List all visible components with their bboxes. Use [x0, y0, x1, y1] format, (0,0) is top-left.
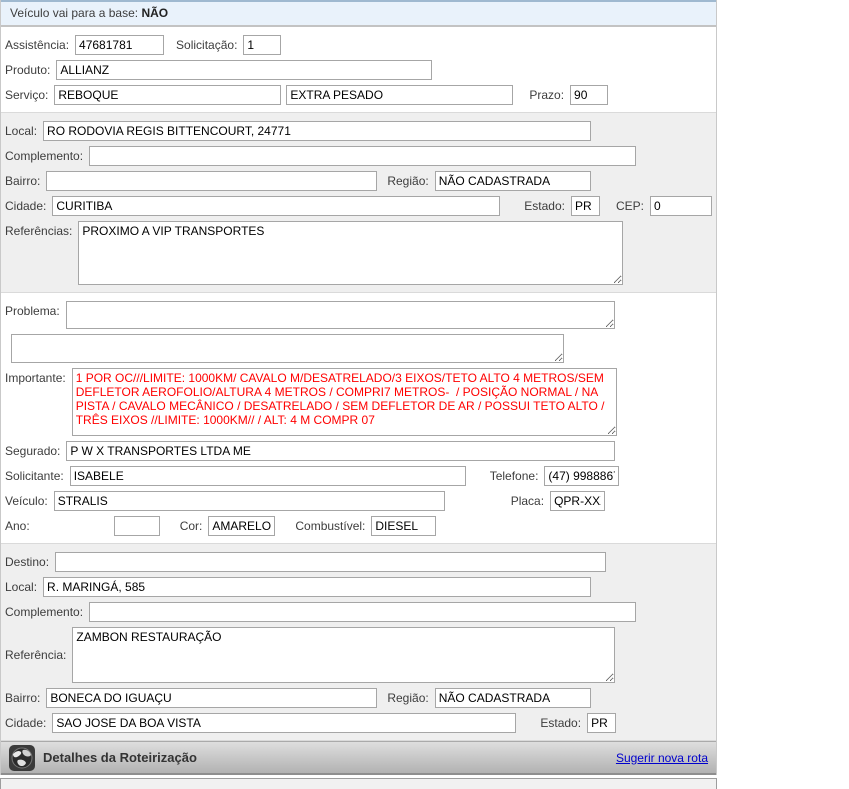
- regiao-destino-input[interactable]: [434, 688, 591, 708]
- servico-tipo-input[interactable]: [286, 85, 514, 105]
- row-destino: Destino:: [5, 552, 712, 572]
- routing-header-bar: Detalhes da Roteirização Sugerir nova ro…: [1, 741, 716, 775]
- cep-origem-label: CEP:: [615, 199, 644, 213]
- row-observacao: [5, 334, 712, 363]
- cor-input[interactable]: [208, 516, 276, 536]
- telefone-label: Telefone:: [489, 469, 539, 483]
- row-servico: Serviço: Prazo:: [5, 85, 712, 105]
- servico-input[interactable]: [54, 85, 282, 105]
- vehicle-to-base-bar: Veículo vai para a base: NÃO: [1, 0, 716, 27]
- row-referencia-destino: Referência: ZAMBON RESTAURAÇÃO: [5, 627, 712, 683]
- complemento-destino-input[interactable]: [89, 602, 637, 622]
- row-referencias-origem: Referências: PROXIMO A VIP TRANSPORTES: [5, 221, 712, 285]
- servico-label: Serviço:: [5, 88, 49, 102]
- cep-origem-input[interactable]: [650, 196, 712, 216]
- bairro-origem-label: Bairro:: [5, 174, 41, 188]
- estado-destino-label: Estado:: [540, 716, 582, 730]
- cidade-origem-input[interactable]: [52, 196, 501, 216]
- referencia-destino-label: Referência:: [5, 648, 67, 662]
- produto-label: Produto:: [5, 63, 51, 77]
- row-veiculo: Veículo: Placa:: [5, 491, 712, 511]
- problema-textarea[interactable]: [65, 301, 615, 329]
- telefone-input[interactable]: [544, 466, 620, 486]
- row-complemento-origem: Complemento:: [5, 146, 712, 166]
- cidade-destino-label: Cidade:: [5, 716, 47, 730]
- cidade-destino-input[interactable]: [52, 713, 517, 733]
- solicitacao-input[interactable]: [243, 35, 282, 55]
- row-ano-cor-combustivel: Ano: Cor: Combustível:: [5, 516, 712, 536]
- routing-title: Detalhes da Roteirização: [43, 750, 197, 765]
- routing-details-box: [0, 778, 717, 789]
- row-local-destino: Local:: [5, 577, 712, 597]
- row-segurado: Segurado:: [5, 441, 712, 461]
- assistance-form-panel: Veículo vai para a base: NÃO Assistência…: [0, 0, 717, 775]
- destino-label: Destino:: [5, 555, 50, 569]
- veiculo-input[interactable]: [53, 491, 445, 511]
- destino-input[interactable]: [55, 552, 607, 572]
- suggest-new-route-link[interactable]: Sugerir nova rota: [616, 751, 708, 765]
- importante-textarea[interactable]: 1 POR OC///LIMITE: 1000KM/ CAVALO M/DESA…: [71, 368, 617, 436]
- solicitacao-label: Solicitação:: [176, 38, 238, 52]
- produto-input[interactable]: [56, 60, 433, 80]
- bairro-destino-label: Bairro:: [5, 691, 41, 705]
- row-cidade-destino: Cidade: Estado:: [5, 713, 712, 733]
- referencia-destino-textarea[interactable]: ZAMBON RESTAURAÇÃO: [72, 627, 616, 683]
- section-destino: Destino: Local: Complemento: Referência:…: [1, 543, 716, 741]
- row-solicitante: Solicitante: Telefone:: [5, 466, 712, 486]
- estado-destino-input[interactable]: [587, 713, 617, 733]
- problema-label: Problema:: [5, 304, 60, 318]
- row-produto: Produto:: [5, 60, 712, 80]
- ano-label: Ano:: [5, 519, 30, 533]
- section-origem: Local: Complemento: Bairro: Região: Cida…: [1, 112, 716, 293]
- cor-label: Cor:: [179, 519, 203, 533]
- ano-input[interactable]: [113, 516, 160, 536]
- solicitante-input[interactable]: [69, 466, 466, 486]
- importante-label: Importante:: [5, 371, 66, 385]
- complemento-origem-label: Complemento:: [5, 149, 84, 163]
- complemento-origem-input[interactable]: [89, 146, 637, 166]
- regiao-destino-label: Região:: [387, 691, 429, 705]
- solicitante-label: Solicitante:: [5, 469, 64, 483]
- section-detalhes: Problema: Importante: 1 POR OC///LIMITE:…: [1, 293, 716, 543]
- estado-origem-input[interactable]: [570, 196, 600, 216]
- referencias-origem-label: Referências:: [5, 224, 73, 238]
- assistencia-input[interactable]: [75, 35, 165, 55]
- regiao-origem-label: Região:: [387, 174, 429, 188]
- row-complemento-destino: Complemento:: [5, 602, 712, 622]
- bairro-destino-input[interactable]: [46, 688, 378, 708]
- segurado-label: Segurado:: [5, 444, 61, 458]
- local-destino-input[interactable]: [43, 577, 592, 597]
- local-origem-input[interactable]: [43, 121, 592, 141]
- assistencia-label: Assistência:: [5, 38, 70, 52]
- row-assistencia: Assistência: Solicitação:: [5, 35, 712, 55]
- prazo-input[interactable]: [570, 85, 609, 105]
- veiculo-label: Veículo:: [5, 494, 48, 508]
- cidade-origem-label: Cidade:: [5, 199, 47, 213]
- segurado-input[interactable]: [66, 441, 616, 461]
- local-destino-label: Local:: [5, 580, 38, 594]
- observacao-textarea[interactable]: [11, 334, 564, 363]
- row-cidade-origem: Cidade: Estado: CEP:: [5, 196, 712, 216]
- vehicle-to-base-label: Veículo vai para a base:: [10, 6, 139, 20]
- local-origem-label: Local:: [5, 124, 38, 138]
- row-problema: Problema:: [5, 301, 712, 329]
- placa-label: Placa:: [510, 494, 545, 508]
- prazo-label: Prazo:: [529, 88, 565, 102]
- placa-input[interactable]: [550, 491, 606, 511]
- globe-icon: [9, 744, 35, 771]
- row-importante: Importante: 1 POR OC///LIMITE: 1000KM/ C…: [5, 368, 712, 436]
- combustivel-label: Combustível:: [295, 519, 366, 533]
- bairro-origem-input[interactable]: [46, 171, 378, 191]
- row-bairro-destino: Bairro: Região:: [5, 688, 712, 708]
- combustivel-input[interactable]: [371, 516, 437, 536]
- row-local-origem: Local:: [5, 121, 712, 141]
- section-assistencia: Assistência: Solicitação: Produto: Servi…: [1, 27, 716, 112]
- regiao-origem-input[interactable]: [434, 171, 591, 191]
- complemento-destino-label: Complemento:: [5, 605, 84, 619]
- row-bairro-origem: Bairro: Região:: [5, 171, 712, 191]
- vehicle-to-base-value: NÃO: [141, 6, 169, 20]
- estado-origem-label: Estado:: [524, 199, 565, 213]
- referencias-origem-textarea[interactable]: PROXIMO A VIP TRANSPORTES: [78, 221, 624, 285]
